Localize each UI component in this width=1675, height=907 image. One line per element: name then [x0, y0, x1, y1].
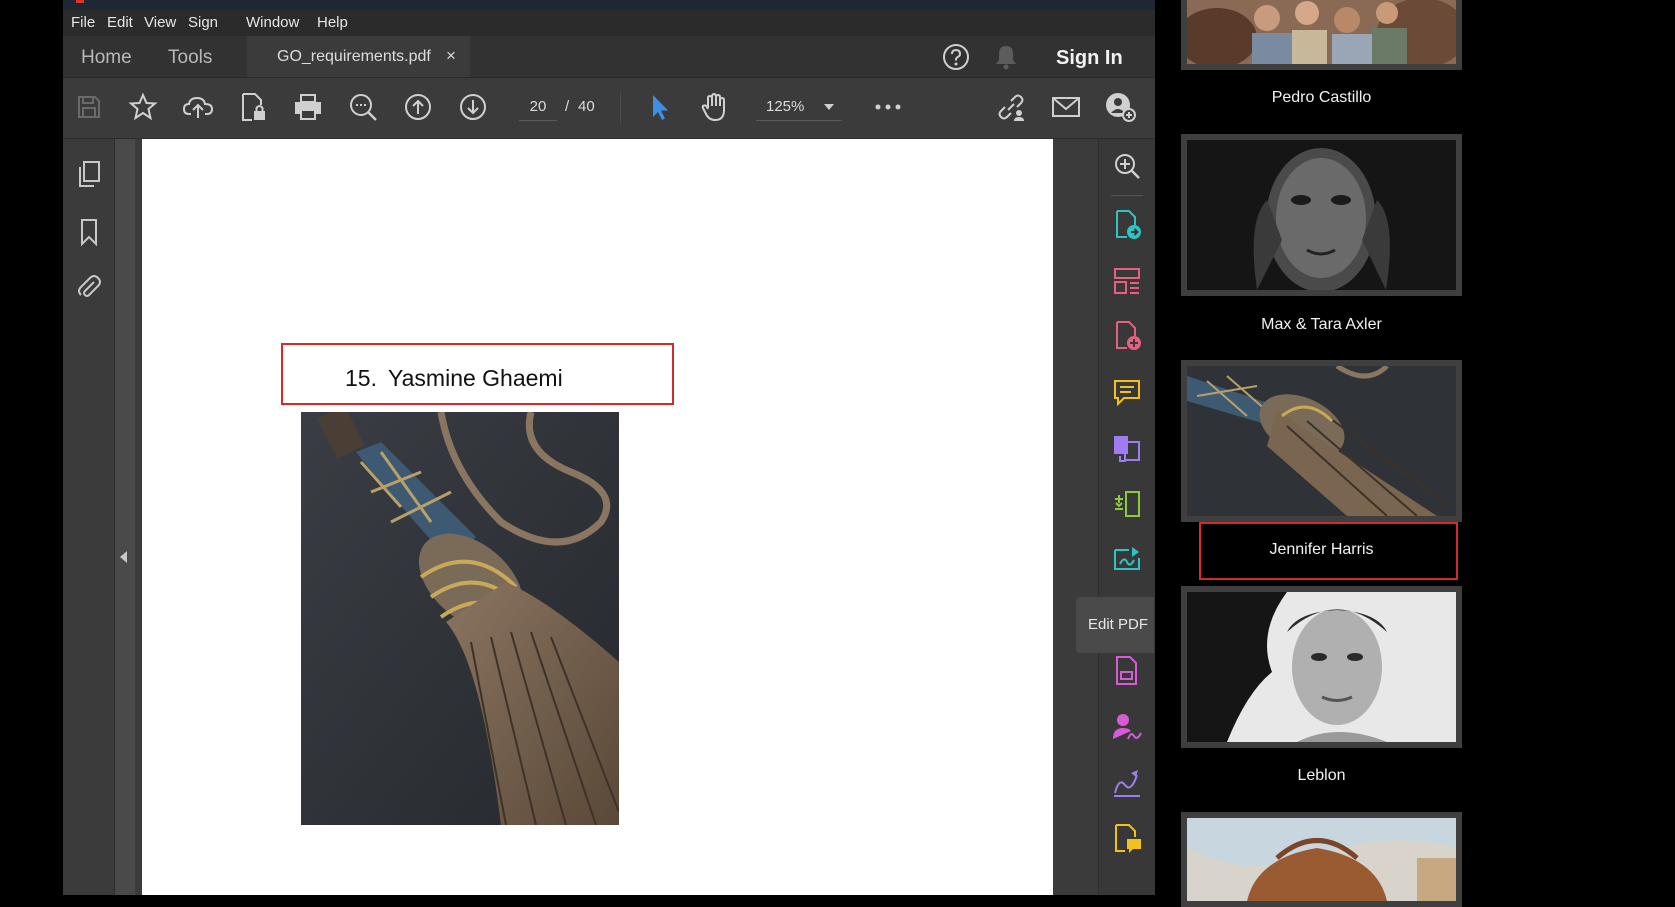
- toolbar: 20 / 40 125%: [63, 78, 1155, 139]
- tab-tools[interactable]: Tools: [168, 47, 212, 69]
- menu-file[interactable]: File: [71, 14, 95, 31]
- export-pdf-icon[interactable]: [1111, 209, 1143, 241]
- notifications-icon[interactable]: [992, 42, 1020, 72]
- bookmark-icon[interactable]: [75, 217, 103, 247]
- handbag-photo: [1187, 818, 1456, 901]
- portrait-photo: [1187, 140, 1456, 290]
- upload-cloud-icon[interactable]: [181, 90, 215, 124]
- zoom-out-icon[interactable]: [346, 90, 380, 124]
- sign-in-button[interactable]: Sign In: [1056, 47, 1123, 70]
- organize-pages-icon[interactable]: [1111, 265, 1143, 297]
- menu-view[interactable]: View: [144, 14, 176, 31]
- gallery-thumbnail[interactable]: [1181, 812, 1462, 907]
- save-icon[interactable]: [72, 90, 106, 124]
- more-tools-icon[interactable]: [871, 90, 905, 124]
- previous-page-icon[interactable]: [401, 90, 435, 124]
- email-icon[interactable]: [1049, 90, 1083, 124]
- request-signature-icon[interactable]: [1111, 767, 1143, 799]
- gallery-thumbnail[interactable]: [1181, 0, 1462, 70]
- acrobat-window: File Edit View Sign Window Help Home Too…: [63, 0, 1155, 895]
- family-photo: [1187, 0, 1456, 64]
- tooltip: Edit PDF: [1076, 597, 1154, 653]
- page-total: 40: [578, 98, 595, 115]
- page-gutter: [1053, 139, 1073, 895]
- zoom-dropdown[interactable]: 125%: [756, 94, 842, 121]
- pdf-page: 15. Yasmine Ghaemi: [142, 139, 1053, 895]
- portrait-photo: [1187, 592, 1456, 742]
- share-link-icon[interactable]: [994, 90, 1028, 124]
- entry-heading: 15. Yasmine Ghaemi: [281, 343, 674, 405]
- compress-icon[interactable]: [1111, 488, 1143, 520]
- image-gallery: Pedro Castillo Max & Tara Axler Jennifer…: [1155, 0, 1675, 907]
- right-tools-pane: [1098, 139, 1155, 895]
- menu-edit[interactable]: Edit: [107, 14, 133, 31]
- menu-sign[interactable]: Sign: [188, 14, 218, 31]
- fill-sign-icon[interactable]: [1111, 711, 1143, 743]
- entry-number: 15.: [345, 365, 377, 391]
- tools-divider: [1111, 195, 1143, 196]
- send-for-signature-icon[interactable]: [1111, 543, 1143, 575]
- help-icon[interactable]: [941, 42, 971, 72]
- gallery-thumbnail[interactable]: [1181, 134, 1462, 296]
- title-bar: [63, 0, 1155, 10]
- document-tab-title: GO_requirements.pdf: [277, 48, 431, 65]
- app-logo: [76, 0, 84, 3]
- chevron-down-icon: [824, 104, 834, 110]
- sticky-note-icon[interactable]: [1111, 823, 1143, 855]
- toolbar-divider: [620, 92, 621, 124]
- gallery-thumbnail[interactable]: [1181, 586, 1462, 748]
- pages-icon[interactable]: [75, 159, 103, 187]
- left-pane-collapse-bar[interactable]: [115, 139, 135, 895]
- menu-bar: File Edit View Sign Window Help: [63, 10, 1155, 36]
- comment-icon[interactable]: [1111, 376, 1143, 408]
- page-number-input[interactable]: 20: [519, 94, 557, 121]
- collapse-left-icon[interactable]: [120, 551, 127, 563]
- menu-help[interactable]: Help: [317, 14, 348, 31]
- entry-name: Yasmine Ghaemi: [388, 365, 563, 391]
- gallery-caption: Max & Tara Axler: [1261, 316, 1382, 333]
- zoom-value: 125%: [766, 98, 805, 115]
- zoom-in-icon[interactable]: [1111, 150, 1143, 182]
- bookmark-star-icon[interactable]: [126, 90, 160, 124]
- tab-home[interactable]: Home: [81, 47, 132, 69]
- page-separator: /: [565, 98, 570, 115]
- gallery-caption: Pedro Castillo: [1271, 89, 1372, 106]
- tassel-thumbnail: [1187, 366, 1456, 516]
- protect-pdf-icon[interactable]: [236, 90, 270, 124]
- tooltip-text: Edit PDF: [1088, 616, 1149, 633]
- tassel-photo: [301, 412, 619, 825]
- select-tool-icon[interactable]: [643, 90, 677, 124]
- create-pdf-icon[interactable]: [1111, 320, 1143, 352]
- next-page-icon[interactable]: [456, 90, 490, 124]
- tab-bar: Home Tools GO_requirements.pdf × Sign In: [63, 36, 1155, 78]
- scan-icon[interactable]: [1111, 655, 1143, 687]
- tab-document[interactable]: GO_requirements.pdf ×: [247, 36, 470, 77]
- attachment-icon[interactable]: [75, 272, 103, 300]
- gallery-thumbnail-selected[interactable]: [1181, 360, 1462, 522]
- hand-tool-icon[interactable]: [697, 90, 731, 124]
- print-icon[interactable]: [291, 90, 325, 124]
- combine-files-icon[interactable]: [1111, 432, 1143, 464]
- left-navigation-pane: [63, 139, 115, 895]
- add-user-icon[interactable]: [1103, 90, 1137, 124]
- menu-window[interactable]: Window: [246, 14, 299, 31]
- gallery-caption: Leblon: [1297, 767, 1346, 784]
- gallery-caption: Jennifer Harris: [1269, 541, 1374, 558]
- close-tab-icon[interactable]: ×: [446, 46, 456, 66]
